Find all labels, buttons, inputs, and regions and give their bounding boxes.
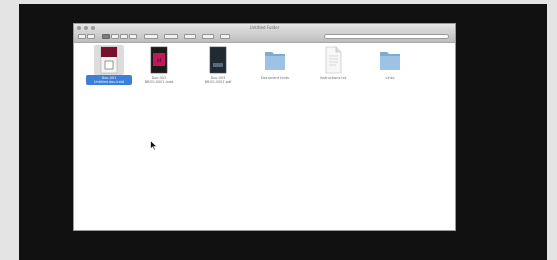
search-field[interactable] (324, 34, 449, 39)
back-button[interactable] (78, 34, 86, 39)
file-label: Doc-003 BRO0-0001.pdf (193, 76, 243, 84)
arrange-menu-button[interactable] (144, 34, 158, 39)
window-controls (77, 26, 95, 30)
file-item[interactable]: Id Doc-002 BRO0-0001.indd (134, 46, 184, 86)
file-item[interactable]: Links (365, 46, 415, 86)
title-bar[interactable]: Untitled Folder (74, 24, 455, 32)
file-icon-grid: Doc-001 Untitled doc.indd Id Doc-002 BRO… (74, 43, 455, 230)
finder-window: Untitled Folder Doc-001 Untitled doc.ind… (73, 23, 456, 231)
file-name-line-2: Untitled doc.indd (94, 80, 124, 84)
icon-view-button[interactable] (102, 34, 110, 39)
file-name-line-2: Links (385, 76, 395, 80)
toolbar (74, 32, 455, 43)
text-document-icon (325, 46, 342, 74)
close-window-button[interactable] (77, 26, 81, 30)
file-item[interactable]: Doc-003 BRO0-0001.pdf (193, 46, 243, 86)
file-label: Document fonts (250, 76, 300, 80)
path-button[interactable] (202, 34, 214, 39)
cover-flow-button[interactable] (129, 34, 137, 39)
file-label: Doc-002 BRO0-0001.indd (134, 76, 184, 84)
file-label: Instructions.txt (308, 76, 358, 80)
indesign-document-icon (100, 46, 118, 74)
pdf-document-icon (209, 46, 227, 74)
file-name-line-2: Document fonts (260, 76, 290, 80)
page: Untitled Folder Doc-001 Untitled doc.ind… (0, 0, 557, 260)
quick-look-button[interactable] (220, 34, 230, 39)
file-name-line-2: BRO0-0001.indd (144, 80, 174, 84)
folder-icon (265, 52, 285, 70)
folder-icon (380, 52, 400, 70)
file-name-line-2: BRO0-0001.pdf (204, 80, 232, 84)
forward-button[interactable] (87, 34, 95, 39)
indesign-document-icon: Id (150, 46, 168, 74)
file-item[interactable]: Document fonts (250, 46, 300, 86)
column-view-button[interactable] (120, 34, 128, 39)
zoom-window-button[interactable] (91, 26, 95, 30)
file-item[interactable]: Instructions.txt (308, 46, 358, 86)
window-title: Untitled Folder (249, 25, 280, 30)
indesign-badge-text: Id (157, 58, 162, 64)
share-button[interactable] (184, 34, 196, 39)
mouse-pointer-icon (150, 140, 158, 151)
file-item[interactable]: Doc-001 Untitled doc.indd (84, 45, 134, 86)
action-menu-button[interactable] (164, 34, 178, 39)
minimize-window-button[interactable] (84, 26, 88, 30)
file-label: Links (365, 76, 415, 80)
list-view-button[interactable] (111, 34, 119, 39)
file-name-line-2: Instructions.txt (319, 76, 347, 80)
file-label: Doc-001 Untitled doc.indd (84, 76, 134, 84)
